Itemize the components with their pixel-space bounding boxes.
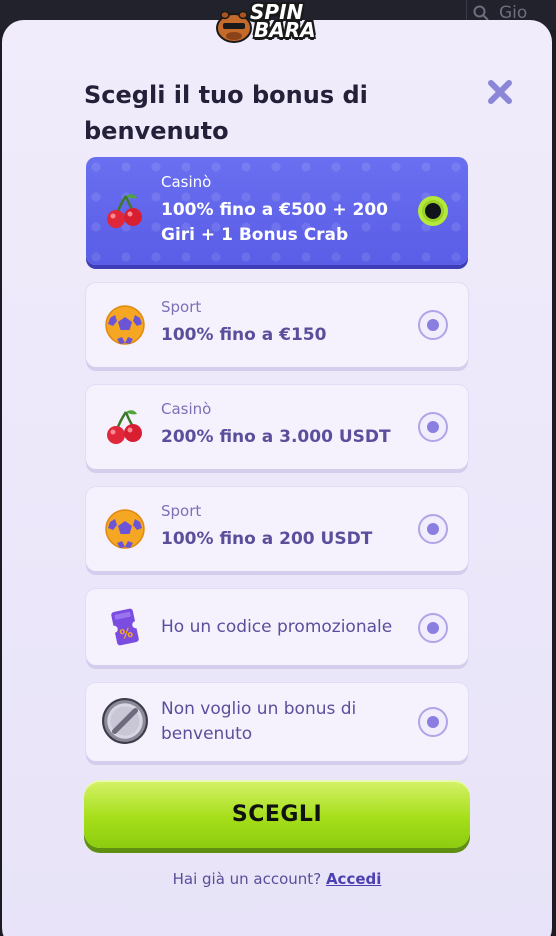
- option-category: Casinò: [161, 400, 212, 418]
- option-text: 100% fino a €500 + 200 Giri + 1 Bonus Cr…: [161, 200, 389, 245]
- modal-title: Scegli il tuo bonus di benvenuto: [84, 81, 368, 145]
- soccer-ball-icon: [105, 305, 145, 345]
- promo-ticket-icon: %: [110, 608, 140, 646]
- option-text: 100% fino a €150: [161, 325, 327, 345]
- logo-wordmark: SPIN BARA: [250, 2, 316, 42]
- radio-selected[interactable]: [418, 196, 448, 226]
- bonus-option-sport-usdt[interactable]: Sport 100% fino a 200 USDT: [86, 487, 468, 571]
- option-text: Non voglio un bonus di benvenuto: [161, 699, 357, 744]
- logo-line-2: BARA: [254, 18, 316, 42]
- radio-unselected[interactable]: [418, 412, 448, 442]
- option-category: Sport: [161, 298, 202, 316]
- bonus-option-sport-150[interactable]: Sport 100% fino a €150: [86, 283, 468, 367]
- radio-unselected[interactable]: [418, 707, 448, 737]
- bonus-option-casino-usdt[interactable]: Casinò 200% fino a 3.000 USDT: [86, 385, 468, 469]
- cherries-icon: [107, 194, 142, 228]
- option-text: 200% fino a 3.000 USDT: [161, 427, 391, 447]
- prohibited-icon: [102, 698, 148, 744]
- login-link[interactable]: Accedi: [326, 870, 381, 888]
- bonus-option-no-bonus[interactable]: Non voglio un bonus di benvenuto: [86, 683, 468, 761]
- login-question: Hai già un account?: [172, 870, 322, 888]
- radio-unselected[interactable]: [418, 514, 448, 544]
- option-text: 100% fino a 200 USDT: [161, 529, 373, 549]
- radio-unselected[interactable]: [418, 310, 448, 340]
- option-category: Sport: [161, 502, 202, 520]
- soccer-ball-icon: [105, 509, 145, 549]
- cherries-icon: [107, 410, 142, 444]
- login-prompt: Hai già un account? Accedi: [2, 870, 552, 888]
- bonus-option-casino-500[interactable]: Casinò 100% fino a €500 + 200 Giri + 1 B…: [86, 157, 468, 265]
- close-icon[interactable]: [486, 78, 514, 106]
- bonus-option-promo-code[interactable]: % Ho un codice promozionale: [86, 589, 468, 665]
- welcome-bonus-modal: Scegli il tuo bonus di benvenuto Casinò …: [2, 20, 552, 936]
- option-category: Casinò: [161, 173, 212, 191]
- radio-unselected[interactable]: [418, 613, 448, 643]
- option-text: Ho un codice promozionale: [161, 617, 393, 637]
- capybara-mascot-icon: [216, 10, 252, 43]
- choose-button[interactable]: SCEGLI: [84, 780, 470, 848]
- search-icon: [473, 5, 489, 21]
- spinbara-logo: SPIN BARA: [214, 0, 338, 46]
